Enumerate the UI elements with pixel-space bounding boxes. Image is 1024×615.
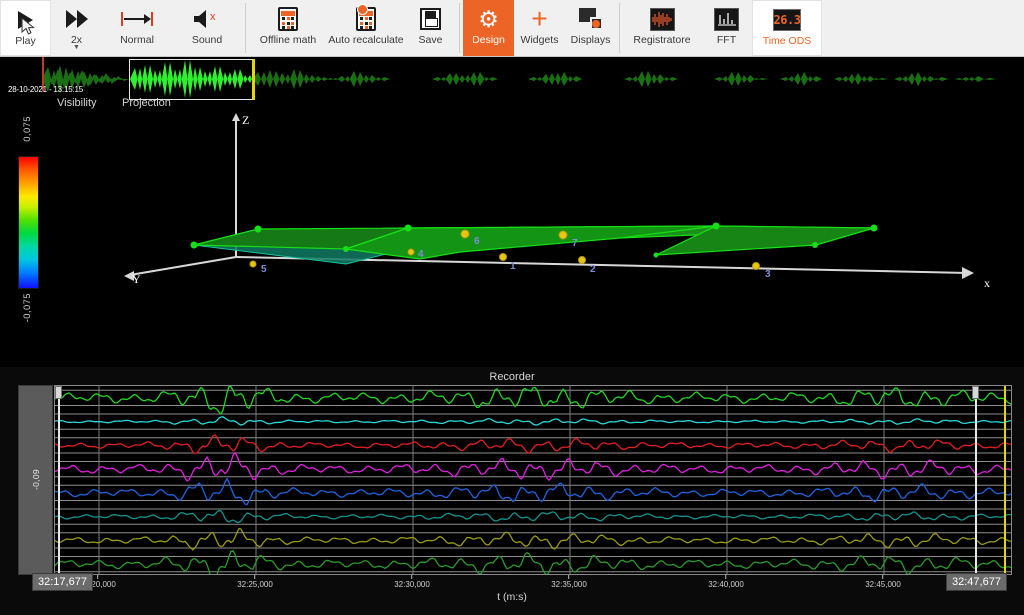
cursor-line-right[interactable] [975, 386, 977, 574]
y-tick-label-1: -0,09 [31, 469, 41, 491]
speaker-mute-icon: x [191, 4, 223, 34]
toolbar-group-transport: Play 2x ▼ Normal x Sound [0, 0, 242, 56]
sound-label: Sound [191, 34, 223, 46]
design-button[interactable]: ⚙ Design [463, 0, 514, 56]
trace-7 [55, 527, 1011, 551]
digital-readout-value: 26.3 [773, 13, 801, 27]
node-label-1: 1 [510, 261, 516, 272]
speed-button[interactable]: 2x ▼ [51, 0, 102, 56]
recorder-title: Recorder [489, 371, 535, 383]
node-label-5: 5 [261, 264, 267, 275]
cursor-handle-left[interactable] [55, 386, 62, 399]
node-label-4: 4 [418, 249, 424, 260]
registratore-tab[interactable]: Registratore [623, 0, 701, 56]
x-tick-4: 32:35,000 [551, 575, 587, 589]
refresh-badge-icon [357, 4, 368, 15]
toolbar-divider [459, 3, 460, 53]
toolbar-divider [245, 3, 246, 53]
end-marker-line [1004, 386, 1006, 574]
time-ods-label: Time ODS [762, 35, 812, 47]
ribbon-toolbar: Play 2x ▼ Normal x Sound Offline math Au… [0, 0, 1024, 57]
recorder-traces-canvas[interactable] [55, 386, 1012, 575]
save-label: Save [418, 34, 443, 46]
save-button[interactable]: Save [405, 0, 456, 56]
offline-math-button[interactable]: Offline math [249, 0, 327, 56]
trace-2 [55, 416, 1011, 426]
cursor-time-right[interactable]: 32:47,677 [946, 573, 1007, 591]
fast-forward-icon [65, 4, 88, 34]
ods-geometry-canvas[interactable] [0, 109, 1024, 367]
z-axis-label: Z [242, 113, 250, 127]
recorder-plot-area[interactable] [54, 385, 1012, 575]
fft-label: FFT [716, 34, 737, 46]
fit-to-width-icon [120, 4, 154, 34]
toolbar-group-layout: ⚙ Design + Widgets Displays [463, 0, 616, 56]
time-ods-tab[interactable]: 26.3 Time ODS [752, 0, 822, 56]
normal-button[interactable]: Normal [102, 0, 172, 56]
digital-readout-icon: 26.3 [773, 5, 801, 35]
overview-date-label: 28-10-2021 - 13:15:15 [8, 85, 83, 94]
node-label-2: 2 [590, 264, 596, 275]
x-tick-2: 32:25,000 [237, 575, 273, 589]
x-tick-6: 32:45,000 [865, 575, 901, 589]
auto-recalculate-button[interactable]: Auto recalculate [327, 0, 405, 56]
displays-icon [578, 4, 603, 34]
x-axis-label: x [984, 276, 990, 290]
mouse-cursor-icon [21, 17, 35, 35]
recorder-panel: Recorder lacemlacemlacemlacemlacemlaceml… [0, 367, 1024, 615]
x-tick-3: 32:30,000 [394, 575, 430, 589]
play-icon [18, 5, 35, 35]
x-tick-5: 32:40,000 [708, 575, 744, 589]
node-label-6: 6 [474, 236, 480, 247]
cursor-time-left[interactable]: 32:17,677 [32, 573, 93, 591]
waveform-icon [649, 4, 675, 34]
calculator-icon [278, 4, 298, 34]
normal-label: Normal [120, 34, 154, 46]
chevron-down-icon[interactable]: ▼ [73, 44, 80, 51]
widgets-label: Widgets [520, 34, 559, 46]
sound-button[interactable]: x Sound [172, 0, 242, 56]
auto-recalculate-label: Auto recalculate [328, 34, 404, 46]
projection-label[interactable]: Projection [122, 97, 171, 109]
displays-label: Displays [570, 34, 611, 46]
cursor-handle-right[interactable] [972, 386, 979, 399]
design-label: Design [472, 34, 505, 46]
play-button[interactable]: Play [0, 0, 51, 56]
ods-3d-viewport[interactable]: Visibility Projection 0,075 -0,075 Z Y x… [0, 97, 1024, 367]
bar-spectrum-icon [714, 4, 739, 34]
toolbar-divider [619, 3, 620, 53]
overview-end-marker [252, 59, 255, 100]
y-axis-label: Y [132, 272, 141, 286]
registratore-label: Registratore [633, 34, 691, 46]
toolbar-group-math: Offline math Auto recalculate Save [249, 0, 456, 56]
offline-math-label: Offline math [259, 34, 317, 46]
application-window: Play 2x ▼ Normal x Sound Offline math Au… [0, 0, 1024, 615]
svg-text:x: x [210, 11, 216, 23]
recorder-x-axis-title: t (m:s) [497, 591, 527, 603]
cursor-line-left[interactable] [58, 386, 60, 574]
toolbar-group-screens: Registratore FFT 26.3 Time ODS [623, 0, 822, 56]
floppy-disk-icon [420, 4, 441, 34]
overview-selection-box[interactable] [129, 59, 253, 100]
fft-tab[interactable]: FFT [701, 0, 752, 56]
calculator-refresh-icon [356, 4, 376, 34]
plus-icon: + [531, 3, 548, 34]
trace-6 [55, 509, 1011, 523]
node-label-7: 7 [572, 238, 578, 249]
recorder-y-axis[interactable]: -0,09-0,09-0,09-0,10-0,09-0,09-0,09-0,09 [18, 385, 286, 575]
widgets-button[interactable]: + Widgets [514, 0, 565, 56]
node-label-3: 3 [765, 269, 771, 280]
visibility-label[interactable]: Visibility [57, 97, 97, 109]
channel-name-legend: lacemlacemlacemlacemlacemlacemlacemlacem [1, 385, 18, 575]
gear-icon: ⚙ [478, 5, 499, 32]
displays-button[interactable]: Displays [565, 0, 616, 56]
